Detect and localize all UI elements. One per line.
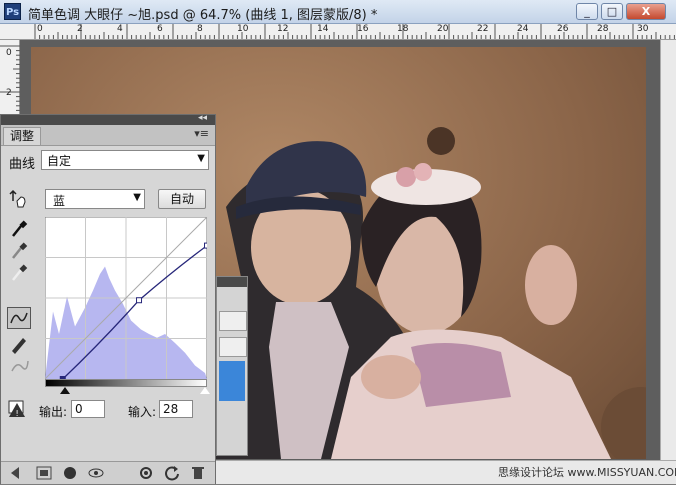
curves-title: 曲线 [9,157,36,172]
vertical-scrollbar[interactable] [660,40,676,460]
maximize-button[interactable]: □ [601,3,623,20]
ruler-number: 14 [317,24,329,34]
input-input[interactable]: 28 [159,400,193,418]
ruler-number: 22 [477,24,489,34]
view-previous-state-icon[interactable] [137,464,155,482]
layer-row-selected[interactable] [219,361,245,401]
ruler-number: 0 [6,48,12,58]
panel-header [217,277,247,287]
auto-button[interactable]: 自动 [158,189,206,209]
panel-bottom-toolbar [1,461,215,484]
ruler-number: 10 [237,24,249,34]
white-point-slider[interactable] [200,387,210,394]
panel-dock-bar[interactable]: ◂◂ [1,113,215,125]
back-arrow-icon[interactable] [7,464,25,482]
ruler-number: 26 [557,24,569,34]
channel-dropdown[interactable]: 蓝 ▼ [45,189,145,209]
ruler-horizontal[interactable]: 0 2 4 6 8 10 12 14 16 18 20 22 24 26 28 30 [0,24,676,40]
smooth-curve-icon[interactable] [7,355,31,377]
layer-row[interactable] [219,337,247,357]
dropdown-arrow-icon: ▼ [197,153,205,164]
gray-point-eyedropper-icon[interactable] [7,239,31,261]
ruler-number: 20 [437,24,449,34]
collapse-icon[interactable]: ◂◂ [198,113,207,123]
minimize-button[interactable]: _ [576,3,598,20]
reset-icon[interactable] [163,464,181,482]
ruler-number: 18 [397,24,409,34]
status-bar: 思缘设计论坛 www.MISSYUAN.COM [216,460,676,484]
curve-control-point[interactable] [204,242,208,249]
ruler-number: 2 [6,88,12,98]
panel-tab-bar: 调整 ▾≡ [1,125,215,146]
clip-to-layer-icon[interactable] [61,464,79,482]
black-point-slider[interactable] [60,387,70,394]
photoshop-logo-icon: Ps [4,3,21,20]
tab-adjustments[interactable]: 调整 [3,127,42,145]
watermark-text: 思缘设计论坛 www.MISSYUAN.COM [498,466,676,479]
layers-panel-partial [216,276,248,456]
ruler-number: 28 [597,24,609,34]
curves-graph[interactable] [45,217,207,379]
ruler-number: 6 [157,24,163,34]
channel-value: 蓝 [53,194,66,208]
ruler-number: 24 [517,24,529,34]
on-image-adjust-icon[interactable] [7,187,31,209]
visibility-eye-icon[interactable] [87,464,105,482]
ruler-number: 8 [197,24,203,34]
document-title: 简单色调 大眼仔 ~旭.psd @ 64.7% (曲线 1, 图层蒙版/8) * [28,8,378,23]
svg-text:!: ! [16,409,19,418]
clipping-warning-icon[interactable]: ! [7,397,31,419]
expand-view-icon[interactable] [35,464,53,482]
ruler-number: 30 [637,24,649,34]
pencil-draw-icon[interactable] [7,333,31,355]
input-gradient-bar [45,379,207,387]
adjustments-panel: ◂◂ 调整 ▾≡ 曲线 自定 ▼ ! 蓝 ▼ 自动 输出: 0 输入: 28 [0,113,216,484]
output-input[interactable]: 0 [71,400,105,418]
dropdown-arrow-icon: ▼ [133,192,141,203]
black-point-eyedropper-icon[interactable] [7,217,31,239]
curve-control-point[interactable] [136,297,143,304]
layer-row[interactable] [219,311,247,331]
preset-dropdown[interactable]: 自定 ▼ [41,150,209,170]
white-point-eyedropper-icon[interactable] [7,261,31,283]
ruler-number: 2 [77,24,83,34]
panel-menu-icon[interactable]: ▾≡ [194,127,209,140]
ruler-number: 4 [117,24,123,34]
ruler-number: 0 [37,24,43,34]
close-button[interactable]: X [626,3,666,20]
ruler-number: 16 [357,24,369,34]
window-titlebar: Ps 简单色调 大眼仔 ~旭.psd @ 64.7% (曲线 1, 图层蒙版/8… [0,0,676,24]
ruler-number: 12 [277,24,289,34]
delete-trash-icon[interactable] [189,464,207,482]
output-label: 输出: [39,405,68,419]
curve-edit-points-icon[interactable] [7,307,31,329]
preset-value: 自定 [47,154,72,168]
input-label: 输入: [128,405,157,419]
